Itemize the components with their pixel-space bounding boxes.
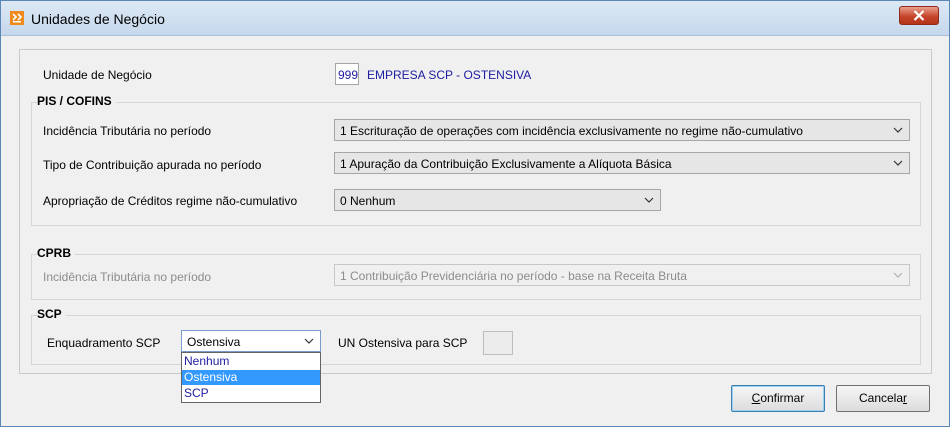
chevron-down-icon bbox=[893, 272, 903, 278]
close-icon bbox=[913, 10, 925, 21]
un-ostensiva-field[interactable] bbox=[483, 331, 513, 355]
cprb-incidencia-value: 1 Contribuição Previdenciária no período… bbox=[340, 269, 687, 283]
pis-incidencia-select[interactable]: 1 Escrituração de operações com incidênc… bbox=[334, 119, 910, 141]
chevron-down-icon bbox=[893, 160, 903, 166]
option-nenhum[interactable]: Nenhum bbox=[182, 354, 320, 369]
pis-incidencia-label: Incidência Tributária no período bbox=[43, 124, 212, 138]
chevron-down-icon bbox=[893, 127, 903, 133]
scp-enquadramento-select[interactable]: Ostensiva bbox=[181, 330, 321, 352]
scp-title: SCP bbox=[37, 307, 66, 321]
chevron-down-icon bbox=[644, 197, 654, 203]
unidade-code-field[interactable]: 999 bbox=[335, 63, 359, 85]
app-icon bbox=[10, 11, 24, 25]
enquadramento-dropdown-list: Nenhum Ostensiva SCP bbox=[181, 352, 321, 403]
window-title: Unidades de Negócio bbox=[31, 11, 165, 27]
cprb-incidencia-select[interactable]: 1 Contribuição Previdenciária no período… bbox=[334, 264, 910, 286]
title-bar[interactable]: Unidades de Negócio bbox=[1, 1, 949, 36]
option-scp[interactable]: SCP bbox=[182, 386, 320, 401]
scp-enquadramento-value: Ostensiva bbox=[187, 335, 241, 349]
pis-incidencia-value: 1 Escrituração de operações com incidênc… bbox=[340, 124, 803, 138]
dialog-window: Unidades de Negócio Unidade de Negócio 9… bbox=[0, 0, 950, 427]
unidade-code: 999 bbox=[338, 68, 359, 82]
chevron-down-icon bbox=[304, 338, 314, 344]
scp-enquadramento-label: Enquadramento SCP bbox=[47, 336, 161, 350]
cancel-mnemonic: r bbox=[903, 391, 908, 405]
pis-tipo-value: 1 Apuração da Contribuição Exclusivament… bbox=[340, 157, 672, 171]
cancel-button[interactable]: Cancelar bbox=[836, 385, 930, 412]
cancel-label-pre: Cancela bbox=[858, 391, 904, 405]
cprb-incidencia-label: Incidência Tributária no período bbox=[43, 270, 212, 284]
option-ostensiva[interactable]: Ostensiva bbox=[182, 370, 320, 385]
unidade-label: Unidade de Negócio bbox=[43, 68, 152, 82]
pis-cofins-title: PIS / COFINS bbox=[37, 94, 116, 108]
scp-group bbox=[31, 315, 921, 365]
pis-tipo-label: Tipo de Contribuição apurada no período bbox=[43, 158, 262, 172]
confirm-button[interactable]: Confirmar bbox=[731, 385, 825, 412]
close-button[interactable] bbox=[899, 6, 939, 25]
pis-apropriacao-select[interactable]: 0 Nenhum bbox=[334, 189, 661, 211]
pis-apropriacao-value: 0 Nenhum bbox=[340, 194, 396, 208]
pis-tipo-select[interactable]: 1 Apuração da Contribuição Exclusivament… bbox=[334, 152, 910, 174]
unidade-name: EMPRESA SCP - OSTENSIVA bbox=[367, 68, 532, 82]
confirm-label-post: onfirmar bbox=[760, 391, 805, 405]
un-ostensiva-label: UN Ostensiva para SCP bbox=[338, 336, 468, 350]
cprb-title: CPRB bbox=[37, 246, 76, 260]
pis-apropriacao-label: Apropriação de Créditos regime não-cumul… bbox=[43, 194, 298, 208]
